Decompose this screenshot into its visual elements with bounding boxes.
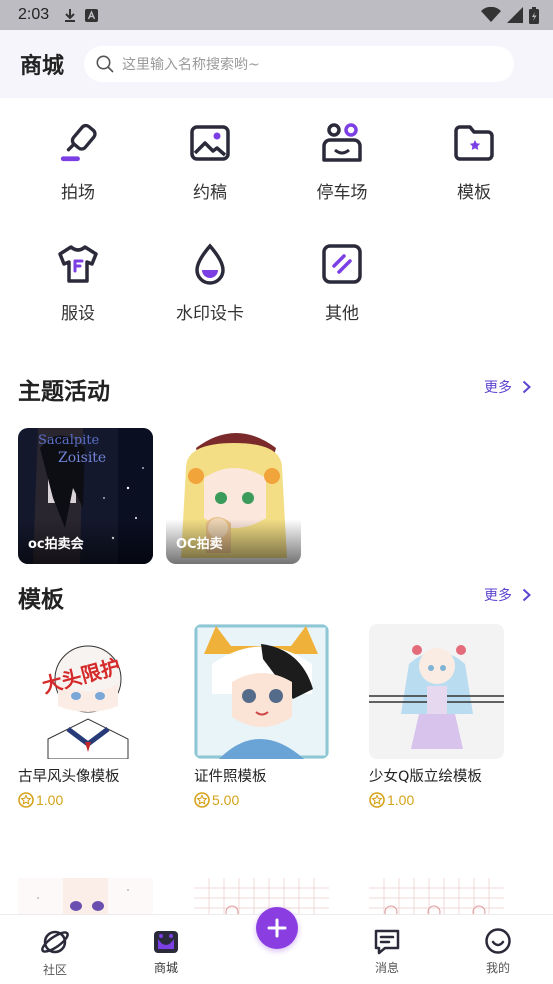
category-costume[interactable]: 服设 — [23, 243, 133, 324]
status-bar: 2:03 — [0, 0, 553, 30]
category-watermark[interactable]: 水印设卡 — [155, 243, 265, 324]
template-name: 少女Q版立绘模板 — [369, 769, 482, 785]
section-title-activity: 主题活动 — [18, 379, 110, 405]
template-thumbnail — [369, 878, 504, 918]
app-notification-icon — [85, 8, 99, 22]
template-more-link[interactable]: 更多 — [484, 585, 531, 605]
plus-icon — [267, 918, 287, 938]
more-label: 更多 — [484, 588, 512, 604]
section-title-template: 模板 — [18, 587, 64, 613]
nav-profile[interactable]: 我的 — [468, 927, 528, 976]
price-value: 1.00 — [387, 792, 415, 808]
category-parking[interactable]: 停车场 — [287, 122, 397, 203]
nav-label: 我的 — [485, 961, 510, 975]
activity-card[interactable]: OC拍卖 — [166, 428, 301, 564]
template-item[interactable]: 少女Q版立绘模板 1.00 — [369, 624, 504, 808]
people-icon — [321, 122, 363, 164]
more-label: 更多 — [484, 380, 512, 396]
nav-shop[interactable]: 商城 — [136, 927, 196, 976]
template-item-partial[interactable] — [369, 878, 504, 918]
template-price: 1.00 — [369, 792, 504, 808]
bottom-nav: 社区 商城 消息 我的 — [0, 907, 553, 984]
wifi-icon — [481, 7, 501, 22]
activity-card[interactable]: Sacalpite Zoisite oc拍卖会 — [18, 428, 153, 564]
smile-icon — [485, 928, 511, 954]
nav-label: 消息 — [374, 961, 399, 975]
chevron-right-icon — [522, 588, 531, 602]
template-price: 1.00 — [18, 792, 153, 808]
activity-card-label: oc拍卖会 — [28, 537, 84, 552]
water-drop-icon — [189, 243, 231, 285]
price-value: 1.00 — [36, 792, 64, 808]
add-button[interactable] — [256, 907, 298, 949]
activity-card-label: OC拍卖 — [176, 537, 223, 552]
template-item-partial[interactable] — [18, 878, 153, 918]
category-label: 模板 — [457, 183, 491, 203]
category-other[interactable]: 其他 — [287, 243, 397, 324]
template-price: 5.00 — [194, 792, 329, 808]
shop-icon — [154, 931, 178, 953]
search-icon — [96, 55, 114, 73]
gavel-icon — [57, 122, 99, 164]
battery-icon — [529, 6, 539, 24]
category-template[interactable]: 模板 — [419, 122, 529, 203]
category-label: 水印设卡 — [176, 304, 244, 324]
activity-more-link[interactable]: 更多 — [484, 377, 531, 397]
coin-icon — [18, 792, 34, 808]
category-label: 其他 — [325, 304, 359, 324]
price-value: 5.00 — [212, 792, 240, 808]
search-input[interactable]: 这里输入名称搜索哟~ — [84, 46, 514, 82]
template-thumbnail — [194, 624, 329, 759]
nav-label: 社区 — [42, 963, 67, 977]
category-label: 拍场 — [61, 183, 95, 203]
category-commission[interactable]: 约稿 — [155, 122, 265, 203]
template-item[interactable]: 大头限护 古早风头像模板 1.00 — [18, 624, 153, 808]
svg-text:Sacalpite: Sacalpite — [38, 433, 100, 448]
other-icon — [321, 243, 363, 285]
status-time: 2:03 — [18, 6, 50, 23]
header: 商城 这里输入名称搜索哟~ — [0, 30, 553, 98]
category-label: 约稿 — [193, 183, 227, 203]
template-item[interactable]: 证件照模板 5.00 — [194, 624, 329, 808]
message-icon — [374, 929, 400, 955]
signal-icon — [507, 7, 523, 23]
download-icon — [65, 9, 76, 22]
chevron-right-icon — [522, 380, 531, 394]
category-label: 停车场 — [316, 183, 368, 203]
search-placeholder: 这里输入名称搜索哟~ — [122, 57, 260, 73]
template-thumbnail — [18, 878, 153, 918]
nav-messages[interactable]: 消息 — [357, 927, 417, 976]
image-icon — [189, 122, 231, 164]
template-name: 古早风头像模板 — [18, 769, 120, 785]
coin-icon — [369, 792, 385, 808]
template-thumbnail: 大头限护 — [18, 624, 153, 759]
page-title: 商城 — [20, 54, 65, 79]
tshirt-icon — [57, 243, 99, 285]
nav-label: 商城 — [153, 961, 178, 975]
coin-icon — [194, 792, 210, 808]
category-auction[interactable]: 拍场 — [23, 122, 133, 203]
template-thumbnail — [369, 624, 504, 759]
category-label: 服设 — [61, 304, 95, 324]
nav-community[interactable]: 社区 — [25, 927, 85, 978]
svg-text:Zoisite: Zoisite — [58, 450, 106, 466]
planet-icon — [41, 930, 69, 954]
template-name: 证件照模板 — [194, 769, 267, 785]
template-folder-icon — [453, 122, 495, 164]
